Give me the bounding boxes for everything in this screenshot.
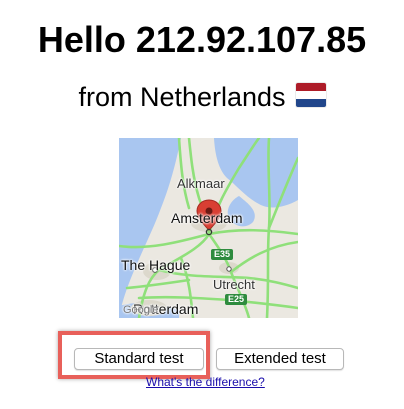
difference-link[interactable]: What's the difference? — [146, 375, 265, 389]
location-map: Alkmaar Amsterdam The Hague Utrecht Rott… — [119, 138, 298, 318]
map-label-alkmaar: Alkmaar — [177, 176, 225, 191]
greeting-title: Hello 212.92.107.85 — [37, 19, 367, 60]
extended-test-button[interactable]: Extended test — [216, 348, 344, 370]
location-line: from Netherlands — [0, 80, 404, 114]
map-background — [119, 138, 298, 318]
google-logo: Google — [123, 304, 159, 316]
map-label-utrecht: Utrecht — [213, 277, 255, 292]
country-text: from Netherlands — [78, 82, 286, 112]
road-badge-e35: E35 — [211, 249, 234, 260]
map-label-the-hague: The Hague — [121, 257, 191, 273]
netherlands-flag-icon — [295, 83, 326, 107]
map-label-amsterdam: Amsterdam — [171, 210, 243, 226]
road-badge-e25: E25 — [225, 294, 248, 305]
standard-test-button[interactable]: Standard test — [74, 348, 204, 370]
